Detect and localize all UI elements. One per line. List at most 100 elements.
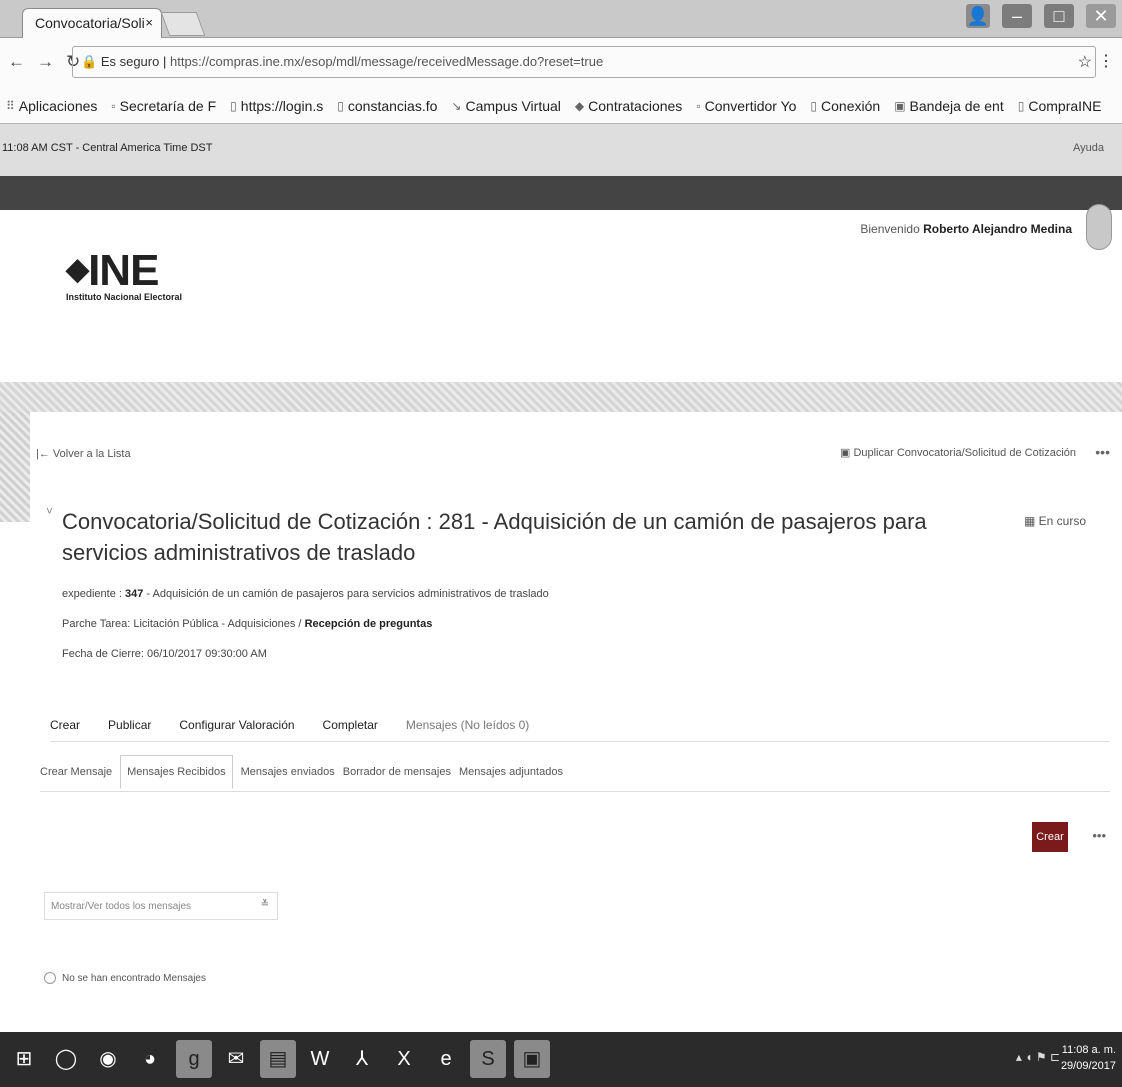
empty-message: No se han encontrado Mensajes	[62, 972, 206, 984]
profile-icon[interactable]: 👤	[966, 4, 990, 28]
user-name: Roberto Alejandro Medina	[923, 222, 1072, 236]
page-icon: ▯	[810, 98, 818, 113]
secure-label: Es seguro	[100, 54, 160, 69]
tab-mensajes-adjuntados[interactable]: Mensajes adjuntados	[459, 766, 563, 778]
tab-borrador[interactable]: Borrador de mensajes	[343, 766, 451, 778]
more-options-icon[interactable]: •••	[1095, 444, 1110, 460]
network-icon[interactable]: ⊏	[1050, 1050, 1060, 1064]
taskbar-date: 29/09/2017	[1060, 1060, 1116, 1072]
taskbar-clock[interactable]: 11:08 a. m. 29/09/2017	[1061, 1042, 1116, 1074]
app-window-icon[interactable]: ▣	[514, 1040, 550, 1078]
logo-text: INE	[88, 246, 159, 295]
ine-logo-icon: ◆	[66, 253, 89, 286]
timezone-clock: 11:08 AM CST - Central America Time DST	[2, 142, 213, 154]
bookmark-item[interactable]: ▯ constancias.fo	[337, 96, 437, 115]
address-bar: ← → ↻ 🔒 Es seguro | https://compras.ine.…	[0, 38, 1122, 88]
bookmark-item[interactable]: ▫ Convertidor Yo	[696, 96, 796, 115]
logo-subtitle: Instituto Nacional Electoral	[66, 292, 183, 302]
user-avatar[interactable]	[1086, 204, 1112, 250]
info-icon	[44, 972, 56, 984]
collapse-chevron-icon[interactable]: ˅	[46, 504, 53, 518]
tab-publicar[interactable]: Publicar	[108, 718, 151, 741]
fecha-cierre: Fecha de Cierre: 06/10/2017 09:30:00 AM	[62, 648, 267, 660]
windows-start-icon[interactable]: ⊞	[6, 1040, 42, 1078]
tab-close-icon[interactable]: ×	[145, 15, 153, 30]
tab-crear-mensaje[interactable]: Crear Mensaje	[40, 766, 112, 778]
browser-menu-icon[interactable]: ⋮	[1098, 51, 1114, 71]
duplicate-link[interactable]: ▣ Duplicar Convocatoria/Solicitud de Cot…	[840, 446, 1076, 459]
empty-state: No se han encontrado Mensajes	[44, 972, 206, 984]
bookmark-item[interactable]: ↘ Campus Virtual	[451, 96, 561, 115]
ine-icon: ◆	[574, 98, 585, 113]
message-tabs: Crear Mensaje Mensajes Recibidos Mensaje…	[40, 752, 1110, 792]
tab-crear[interactable]: Crear	[50, 718, 80, 741]
filter-select[interactable]: Mostrar/Ver todos los mensajes ≚	[44, 892, 278, 920]
flag-icon[interactable]: ⚑	[1036, 1050, 1047, 1064]
firefox-icon[interactable]: ◉	[90, 1040, 126, 1078]
converter-icon: ▫	[696, 98, 701, 113]
back-arrow-icon: |←	[36, 448, 50, 460]
create-button[interactable]: Crear	[1032, 822, 1068, 852]
tray-expand-icon[interactable]: ▴	[1016, 1050, 1022, 1064]
word-icon[interactable]: W	[302, 1040, 338, 1078]
excel-icon[interactable]: X	[386, 1040, 422, 1078]
more-options-icon[interactable]: •••	[1092, 828, 1106, 843]
bookmark-item[interactable]: ▫ Secretaría de F	[111, 96, 216, 115]
expediente-number: 347	[125, 588, 144, 600]
outlook-icon[interactable]: ✉	[218, 1040, 254, 1078]
minimize-icon[interactable]: –	[1002, 4, 1032, 28]
top-info-bar: 11:08 AM CST - Central America Time DST …	[0, 124, 1122, 176]
cortana-icon[interactable]: ◯	[48, 1040, 84, 1078]
app-g-icon[interactable]: g	[176, 1040, 212, 1078]
page-icon: ▯	[1017, 98, 1025, 113]
back-to-list-link[interactable]: |← Volver a la Lista	[36, 448, 131, 460]
tab-mensajes-enviados[interactable]: Mensajes enviados	[241, 766, 335, 778]
page-icon: ▯	[337, 98, 344, 113]
tab-configurar-valoracion[interactable]: Configurar Valoración	[179, 718, 294, 741]
maximize-icon[interactable]: □	[1044, 4, 1074, 28]
bookmarks-bar: ⠿ Aplicaciones ▫ Secretaría de F ▯ https://…	[0, 88, 1122, 124]
status-icon: ▦	[1023, 514, 1036, 528]
bookmark-item[interactable]: ▣ Bandeja de ent	[894, 96, 1004, 115]
back-arrow-icon[interactable]: ←	[8, 52, 25, 72]
browser-titlebar: Convocatoria/Soli × 👤 – □ ✕	[0, 0, 1122, 38]
help-link[interactable]: Ayuda	[1073, 142, 1104, 154]
url-text: https://compras.ine.mx/esop/mdl/message/…	[169, 54, 604, 69]
expediente-line: expediente : 347 - Adquisición de un cam…	[62, 588, 549, 600]
bookmark-item[interactable]: ▯ Conexión	[810, 96, 880, 115]
internet-explorer-icon[interactable]: e	[428, 1040, 464, 1078]
ine-logo: ◆INE Instituto Nacional Electoral	[66, 246, 182, 302]
bookmark-item[interactable]: ◆ Contrataciones	[575, 96, 682, 115]
decorative-band	[0, 382, 1122, 412]
browser-tab[interactable]: Convocatoria/Soli ×	[22, 8, 162, 38]
chevron-down-icon: ≚	[260, 899, 269, 910]
page-icon: ▫	[111, 98, 116, 113]
tab-completar[interactable]: Completar	[323, 718, 378, 741]
navigation-buttons: ← → ↻	[8, 52, 80, 72]
close-window-icon[interactable]: ✕	[1086, 4, 1116, 28]
lock-icon: 🔒	[81, 54, 98, 69]
taskbar: ⊞ ◯ ◉ ◕ g ✉ ▤ W ⅄ X e S ▣ ▴ ◖ ⚑ ⊏ 11:08 …	[0, 1032, 1122, 1087]
main-tabs: Crear Publicar Configurar Valoración Com…	[50, 712, 1110, 742]
acrobat-icon[interactable]: ⅄	[344, 1040, 380, 1078]
main-content: |← Volver a la Lista ▣ Duplicar Convocat…	[30, 412, 1120, 1032]
bookmark-item[interactable]: ▯ CompraINE	[1018, 96, 1102, 115]
status-badge: ▦ En curso	[1023, 514, 1086, 528]
new-tab-button[interactable]	[160, 12, 206, 36]
tab-mensajes[interactable]: Mensajes (No leídos 0)	[406, 718, 529, 741]
skype-icon[interactable]: S	[470, 1040, 506, 1078]
chrome-icon[interactable]: ◕	[132, 1040, 168, 1078]
file-explorer-icon[interactable]: ▤	[260, 1040, 296, 1078]
bookmark-item[interactable]: ⠿ Aplicaciones	[6, 96, 97, 115]
page-icon: ▯	[230, 98, 237, 113]
volume-icon[interactable]: ◖	[1025, 1050, 1032, 1064]
url-input[interactable]: 🔒 Es seguro | https://compras.ine.mx/eso…	[72, 46, 1096, 78]
bookmark-item[interactable]: ▯ https://login.s	[230, 96, 323, 115]
welcome-text: Bienvenido Roberto Alejandro Medina	[860, 222, 1072, 236]
tab-mensajes-recibidos[interactable]: Mensajes Recibidos	[120, 754, 233, 789]
tab-title: Convocatoria/Soli	[35, 15, 145, 31]
mail-icon: ▣	[894, 98, 906, 113]
bookmark-star-icon[interactable]: ☆	[1078, 52, 1092, 72]
forward-arrow-icon[interactable]: →	[37, 52, 54, 72]
page-title: Convocatoria/Solicitud de Cotización : 2…	[62, 509, 927, 565]
